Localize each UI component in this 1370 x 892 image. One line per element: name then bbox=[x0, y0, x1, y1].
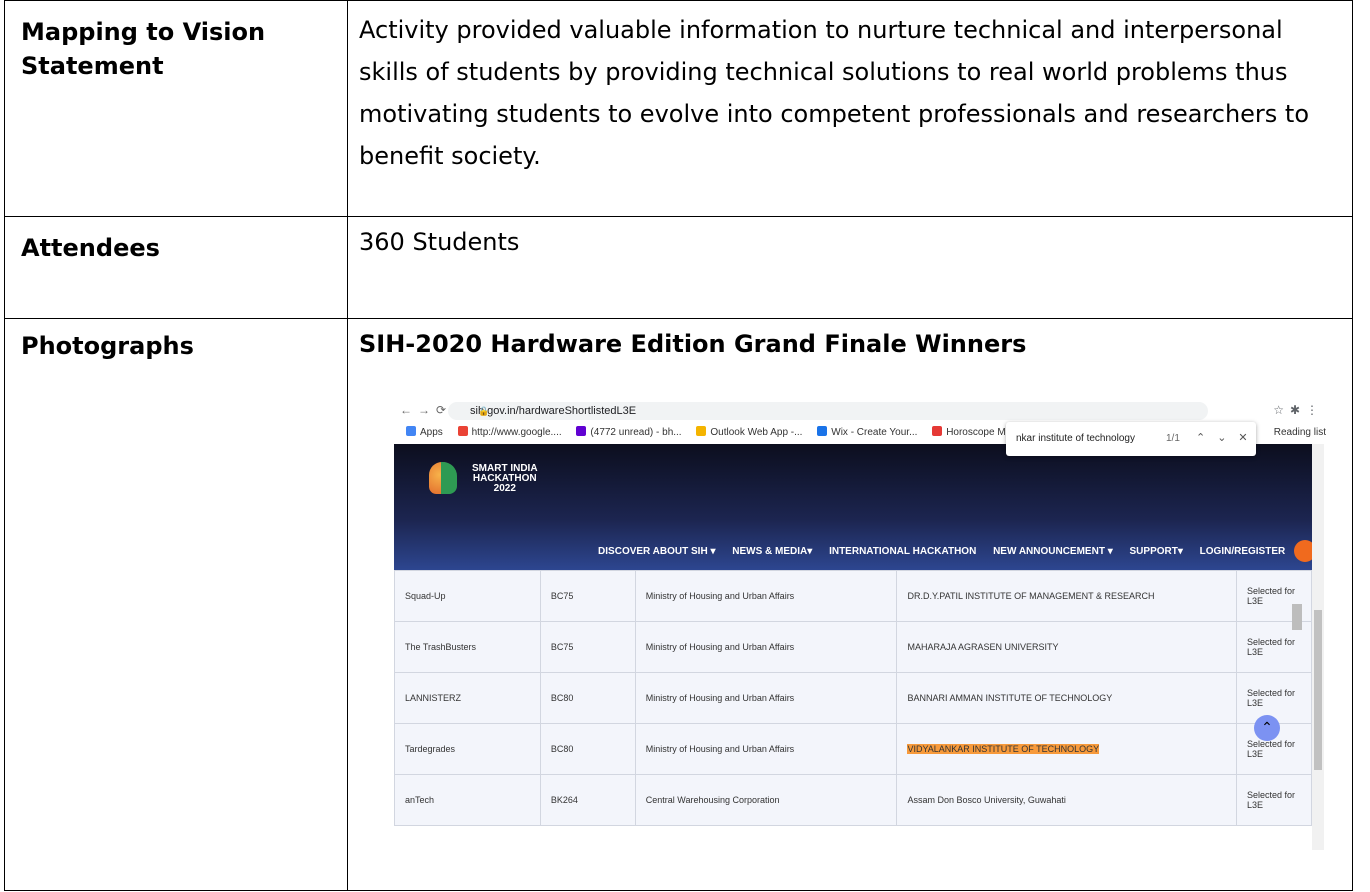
embedded-screenshot: ←→⟳ 🔒 sih.gov.in/hardwareShortlistedL3E ☆… bbox=[394, 400, 1334, 850]
photo-heading: SIH-2020 Hardware Edition Grand Finale W… bbox=[359, 330, 1027, 358]
bulb-logo-icon bbox=[441, 462, 457, 494]
toolbar-icons: ☆✱⋮ bbox=[1273, 403, 1324, 417]
table-row: The TrashBusters BC75 Ministry of Housing … bbox=[394, 621, 1312, 673]
row-text-cell: Activity provided valuable information t… bbox=[347, 0, 1353, 217]
site-header: SMART INDIA HACKATHON 2022 DISCOVER ABOUT … bbox=[394, 444, 1324, 570]
mapping-text: Activity provided valuable information t… bbox=[359, 16, 1310, 170]
url-field: 🔒 sih.gov.in/hardwareShortlistedL3E bbox=[448, 402, 1208, 420]
bookmark: (4772 unread) - bh... bbox=[576, 422, 682, 444]
find-bar: nkar institute of technology 1/1 ⌃⌄✕ bbox=[1006, 422, 1256, 456]
menu-item: NEW ANNOUNCEMENT ▾ bbox=[993, 545, 1113, 557]
row-label-cell: Mapping to Vision Statement bbox=[4, 0, 348, 217]
menu-item: NEWS & MEDIA▾ bbox=[732, 545, 813, 557]
bookmark-apps: Apps bbox=[406, 422, 443, 444]
url-text: sih.gov.in/hardwareShortlistedL3E bbox=[470, 405, 637, 417]
row-text-cell: 360 Students bbox=[347, 216, 1353, 319]
menu-item: DISCOVER ABOUT SIH ▾ bbox=[598, 545, 716, 557]
table-row: Attendees 360 Students bbox=[4, 216, 1353, 319]
site-menu: DISCOVER ABOUT SIH ▾ NEWS & MEDIA▾ INTER… bbox=[394, 540, 1324, 562]
results-table: Squad-Up BC75 Ministry of Housing and Urba… bbox=[394, 570, 1312, 826]
table-row: anTech BK264 Central Warehousing Corporati… bbox=[394, 774, 1312, 826]
scrollbar bbox=[1312, 444, 1324, 850]
table-row: Tardegrades BC80 Ministry of Housing and U… bbox=[394, 723, 1312, 775]
scrollbar-thumb bbox=[1314, 610, 1322, 770]
menu-item: INTERNATIONAL HACKATHON bbox=[829, 545, 977, 557]
table-row: Squad-Up BC75 Ministry of Housing and Urba… bbox=[394, 570, 1312, 622]
bookmark: Outlook Web App -... bbox=[696, 422, 802, 444]
bookmark: Wix - Create Your... bbox=[817, 422, 917, 444]
table-row: Mapping to Vision Statement Activity pro… bbox=[4, 0, 1353, 217]
find-input: nkar institute of technology bbox=[1016, 433, 1135, 444]
scroll-up-icon: ⌃ bbox=[1254, 715, 1280, 741]
find-count: 1/1 bbox=[1166, 433, 1180, 444]
attendees-text: 360 Students bbox=[359, 228, 520, 256]
nav-icons: ←→⟳ bbox=[400, 403, 453, 417]
reading-list: Reading list bbox=[1273, 427, 1326, 438]
label-photographs: Photographs bbox=[21, 332, 194, 360]
label-attendees: Attendees bbox=[21, 234, 160, 262]
search-highlight: VIDYALANKAR INSTITUTE OF TECHNOLOGY bbox=[907, 744, 1100, 754]
inner-scrollbar-thumb bbox=[1292, 604, 1302, 630]
site-logo-text: SMART INDIA HACKATHON 2022 bbox=[472, 463, 538, 494]
address-bar: ←→⟳ 🔒 sih.gov.in/hardwareShortlistedL3E ☆… bbox=[394, 400, 1334, 422]
bookmark: http://www.google.... bbox=[457, 422, 562, 444]
lock-icon: 🔒 bbox=[478, 406, 490, 416]
find-nav-icons: ⌃⌄✕ bbox=[1196, 432, 1260, 444]
row-label-cell: Photographs bbox=[4, 318, 348, 891]
label-mapping: Mapping to Vision Statement bbox=[21, 18, 266, 80]
menu-item: LOGIN/REGISTER bbox=[1199, 545, 1286, 557]
table-row: LANNISTERZ BC80 Ministry of Housing and Ur… bbox=[394, 672, 1312, 724]
row-label-cell: Attendees bbox=[4, 216, 348, 319]
menu-item: SUPPORT▾ bbox=[1129, 545, 1183, 557]
